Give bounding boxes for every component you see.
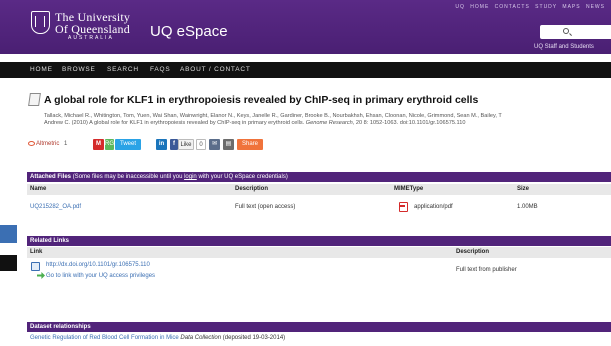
column-size: Size [517,186,530,192]
site-header: The University Of Queensland AUSTRALIA U… [0,0,611,54]
dataset-entry: Genetic Regulation of Red Blood Cell For… [30,335,285,341]
dataset-type: Data Collection [180,335,222,341]
pdf-icon[interactable] [398,201,408,212]
search-icon[interactable] [563,28,569,34]
column-description: Description [456,249,490,255]
top-links[interactable]: UQ HOME CONTACTS STUDY MAPS NEWS [455,4,605,10]
university-country: AUSTRALIA [68,35,114,41]
note-text: (Some files may be inaccessible until yo… [72,174,183,180]
facebook-like-button[interactable]: Like [178,139,194,150]
mendeley-button[interactable]: M [93,139,104,150]
altmetric-icon [28,141,35,146]
attached-files-note: (Some files may be inaccessible until yo… [73,174,288,180]
tweet-button[interactable]: Tweet [115,139,141,150]
column-description: Description [235,186,269,192]
related-links-header: Related Links [27,236,611,246]
dataset-link[interactable]: Genetic Regulation of Red Blood Cell For… [30,335,179,341]
nav-search[interactable]: SEARCH [107,66,139,73]
altmetric-label: Altmetric [36,141,60,148]
altmetric-count: 1 [64,141,68,147]
citation-volume: , 20 8: 1052-1063. doi:10.1101/gr.106575… [352,120,466,126]
nav-home[interactable]: HOME [30,66,53,73]
left-decoration [0,225,17,243]
attached-files-header: Attached Files (Some files may be inacce… [27,172,611,182]
researchgate-button[interactable]: RG [105,139,114,150]
app-title[interactable]: UQ eSpace [150,23,228,40]
dataset-relationships-header: Dataset relationships [27,322,611,332]
citation-authors: Tallack, Michael R., Whitington, Tom, Yu… [44,113,502,119]
citation-text: Andrew C. (2010) A global role for KLF1 … [44,120,305,126]
doi-link[interactable]: http://dx.doi.org/10.1101/gr.106575.110 [46,262,150,268]
section-title: Attached Files [30,174,72,180]
file-size: 1.00MB [517,204,538,210]
note-text: with your UQ eSpace credentials) [198,174,288,180]
like-count: 0 [196,139,206,150]
facebook-icon[interactable]: f [170,139,178,150]
email-icon[interactable]: ✉ [209,139,220,150]
link-description: Full text from publisher [456,267,517,273]
attached-files-columns: Name Description MIMEType Size [27,184,611,195]
citation-journal: Genome Research [305,120,353,126]
column-mimetype: MIMEType [394,186,424,192]
page-title: A global role for KLF1 in erythropoiesis… [44,94,479,106]
external-link-icon [31,262,40,271]
nav-faqs[interactable]: FAQS [150,66,171,73]
document-icon [28,93,41,106]
linkedin-button[interactable]: in [156,139,167,150]
citation-details: Andrew C. (2010) A global role for KLF1 … [44,120,465,126]
altmetric-badge[interactable]: Altmetric [28,141,59,147]
uq-crest-icon[interactable] [31,11,50,34]
print-icon[interactable]: ▤ [223,139,234,150]
column-name: Name [30,186,47,192]
arrow-right-icon[interactable] [37,272,45,279]
access-privileges-link[interactable]: Go to link with your UQ access privilege… [46,273,155,279]
search-input[interactable] [540,25,611,39]
share-button[interactable]: Share [237,139,263,150]
file-link[interactable]: UQ215282_OA.pdf [30,204,81,210]
main-nav: HOME BROWSE SEARCH FAQS ABOUT / CONTACT [0,62,611,78]
file-mimetype: application/pdf [414,204,453,210]
related-links-columns: Link Description [27,247,611,258]
nav-browse[interactable]: BROWSE [62,66,96,73]
dataset-deposited: (deposited 19-03-2014) [222,335,286,341]
nav-about-contact[interactable]: ABOUT / CONTACT [180,66,251,73]
left-decoration [0,255,17,271]
file-description: Full text (open access) [235,204,296,210]
column-link: Link [30,249,43,255]
staff-students-link[interactable]: UQ Staff and Students [534,44,594,50]
login-link[interactable]: login [184,174,197,180]
